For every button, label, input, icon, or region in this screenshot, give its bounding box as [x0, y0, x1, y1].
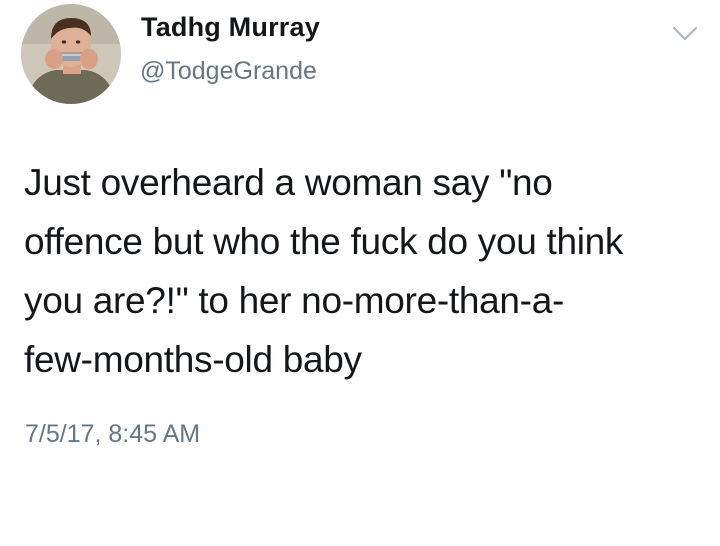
- tweet-text-line: you are?!" to her no-more-than-a-: [24, 280, 565, 321]
- author-display-name[interactable]: Tadhg Murray: [141, 12, 320, 43]
- avatar-photo-icon: [21, 4, 121, 104]
- tweet-text-line: offence but who the fuck do you think: [24, 221, 624, 262]
- author-handle[interactable]: @TodgeGrande: [140, 57, 317, 86]
- author-avatar[interactable]: [21, 4, 121, 104]
- tweet-timestamp[interactable]: 7/5/17, 8:45 AM: [25, 420, 200, 449]
- tweet-text: Just overheard a woman say "no offence b…: [24, 153, 704, 389]
- tweet-text-line: few-months-old baby: [24, 339, 362, 380]
- tweet-card: Tadhg Murray @TodgeGrande Just overheard…: [0, 0, 720, 546]
- tweet-text-line: Just overheard a woman say "no: [24, 162, 553, 203]
- chevron-down-icon[interactable]: [672, 26, 698, 42]
